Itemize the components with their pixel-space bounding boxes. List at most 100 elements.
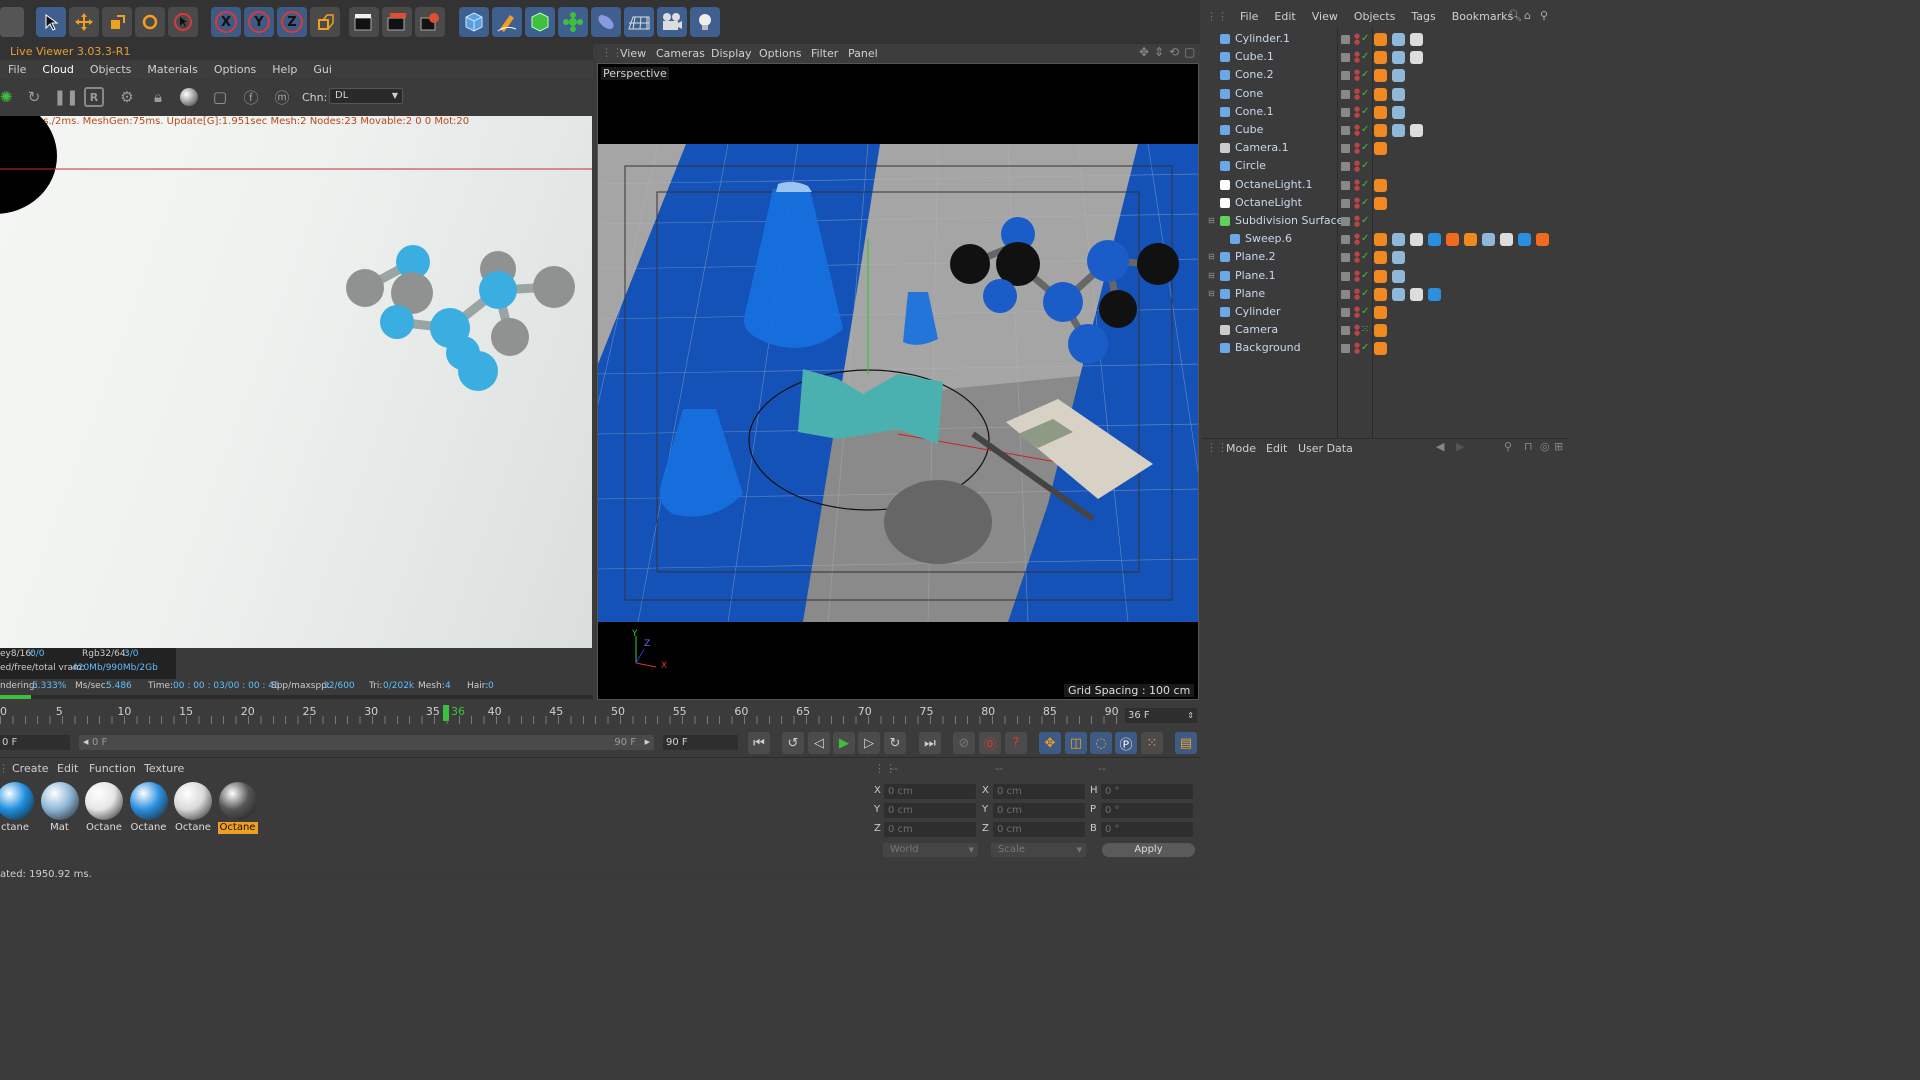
key-pla-icon[interactable]: ⁙: [1141, 732, 1163, 754]
enabled-check-icon[interactable]: ✓: [1361, 121, 1369, 139]
region-render-icon[interactable]: R: [84, 87, 104, 107]
expand-icon[interactable]: ⊟: [1208, 212, 1215, 230]
vp-menu-options[interactable]: Options: [759, 47, 801, 60]
settings-icon[interactable]: ◎: [1540, 440, 1550, 453]
object-row[interactable]: Cone.1 ● ● ✓: [1202, 103, 1568, 121]
lock-icon[interactable]: 🔒︎: [146, 85, 170, 109]
tag-icon[interactable]: [1374, 324, 1387, 338]
tag-icon[interactable]: [1374, 178, 1387, 192]
enabled-check-icon[interactable]: ✓: [1361, 303, 1369, 321]
visibility-dots-icon[interactable]: ● ●: [1354, 215, 1360, 228]
camera-icon[interactable]: [657, 7, 687, 37]
vp-menu-view[interactable]: View: [620, 47, 646, 60]
select-icon[interactable]: [168, 7, 198, 37]
start-frame-field[interactable]: 0 F: [0, 735, 70, 750]
mat-menu-function[interactable]: Function: [89, 762, 136, 775]
visibility-dots-icon[interactable]: ● ●: [1354, 196, 1360, 209]
position-field[interactable]: 0 cm: [884, 784, 976, 799]
expand-icon[interactable]: ⊟: [1208, 248, 1215, 266]
om-menu-objects[interactable]: Objects: [1346, 8, 1404, 26]
move-icon[interactable]: [69, 7, 99, 37]
tag-icon[interactable]: [1410, 51, 1423, 65]
go-end-icon[interactable]: ⏭: [919, 732, 941, 754]
visibility-dots-icon[interactable]: ● ●: [1354, 269, 1360, 282]
object-row[interactable]: Circle ● ● ✓: [1202, 157, 1568, 175]
prev-key-icon[interactable]: ↺: [782, 732, 804, 754]
enabled-check-icon[interactable]: ✓: [1361, 285, 1369, 303]
x-axis-icon[interactable]: X: [211, 7, 241, 37]
autokey-icon[interactable]: ⓪: [979, 732, 1001, 754]
tag-icon[interactable]: [1410, 233, 1423, 247]
range-slider[interactable]: ◀ 0 F 90 F ▶: [79, 735, 654, 750]
material-swatch[interactable]: [218, 782, 257, 820]
layer-icon[interactable]: [1341, 180, 1350, 190]
layer-icon[interactable]: [1341, 107, 1350, 117]
new-panel-icon[interactable]: ⊞: [1554, 440, 1563, 453]
enabled-check-icon[interactable]: ✓: [1361, 103, 1369, 121]
tag-icon[interactable]: [1374, 251, 1387, 265]
next-key-icon[interactable]: ↻: [884, 732, 906, 754]
deformer-icon[interactable]: [591, 7, 621, 37]
tag-icon[interactable]: [1374, 105, 1387, 119]
vp-menu-filter[interactable]: Filter: [811, 47, 838, 60]
playhead[interactable]: [443, 705, 449, 721]
lv-menu-materials[interactable]: Materials: [139, 61, 205, 78]
om-menu-view[interactable]: View: [1304, 8, 1346, 26]
expand-icon[interactable]: ⊟: [1208, 267, 1215, 285]
light-icon[interactable]: [690, 7, 720, 37]
visibility-dots-icon[interactable]: ● ●: [1354, 142, 1360, 155]
scale-icon[interactable]: [102, 7, 132, 37]
layer-icon[interactable]: [1341, 71, 1350, 81]
lv-menu-objects[interactable]: Objects: [82, 61, 140, 78]
tag-icon[interactable]: [1428, 287, 1441, 301]
tag-icon[interactable]: [1446, 233, 1459, 247]
lock-icon[interactable]: ⊓: [1524, 440, 1533, 453]
attr-menu-mode[interactable]: Mode: [1226, 442, 1256, 455]
material-ball-icon[interactable]: [177, 85, 201, 109]
lv-menu-gui[interactable]: Gui: [305, 61, 340, 78]
visibility-dots-icon[interactable]: ● ●: [1354, 342, 1360, 355]
object-row[interactable]: ⊟ Plane ● ● ✓: [1202, 285, 1568, 303]
tag-icon[interactable]: [1482, 233, 1495, 247]
enabled-check-icon[interactable]: ✓: [1361, 194, 1369, 212]
subdivision-icon[interactable]: [525, 7, 555, 37]
tag-icon[interactable]: [1500, 233, 1513, 247]
enabled-check-icon[interactable]: ✓: [1361, 66, 1369, 84]
size-field[interactable]: 0 cm: [993, 822, 1085, 837]
search-icon[interactable]: ⚲: [1504, 440, 1512, 453]
tag-icon[interactable]: [1392, 105, 1405, 119]
visibility-dots-icon[interactable]: ● ●: [1354, 306, 1360, 319]
enabled-check-icon[interactable]: ✓: [1361, 48, 1369, 66]
tag-icon[interactable]: [1374, 196, 1387, 210]
tag-icon[interactable]: [1392, 251, 1405, 265]
lv-menu-help[interactable]: Help: [264, 61, 305, 78]
lock-icon[interactable]: ⚲: [1540, 9, 1548, 22]
tag-icon[interactable]: [1410, 124, 1423, 137]
tag-icon[interactable]: [1374, 233, 1387, 247]
tag-icon[interactable]: [1392, 269, 1405, 283]
position-field[interactable]: 0 cm: [884, 822, 976, 837]
move-view-icon[interactable]: ✥: [1139, 45, 1149, 59]
object-row[interactable]: OctaneLight.1 ● ● ✓: [1202, 176, 1568, 194]
apply-button[interactable]: Apply: [1102, 843, 1195, 857]
enabled-check-icon[interactable]: ✓: [1361, 230, 1369, 248]
object-row[interactable]: ⊟ Subdivision Surface ● ● ✓: [1202, 212, 1568, 230]
home-icon[interactable]: ⌂: [1524, 9, 1531, 22]
visibility-dots-icon[interactable]: ● ●: [1354, 160, 1360, 173]
tag-icon[interactable]: [1410, 287, 1423, 301]
mat-menu-edit[interactable]: Edit: [57, 762, 78, 775]
play-icon[interactable]: ▶: [833, 732, 855, 754]
om-menu-edit[interactable]: Edit: [1266, 8, 1303, 26]
rotate-icon[interactable]: [135, 7, 165, 37]
next-frame-icon[interactable]: ▷: [858, 732, 880, 754]
visibility-dots-icon[interactable]: ● ●: [1354, 251, 1360, 264]
keyframe-selection-icon[interactable]: ?: [1005, 732, 1027, 754]
tag-icon[interactable]: [1374, 287, 1387, 301]
pick-material-icon[interactable]: ⓜ: [270, 85, 294, 109]
material-swatch[interactable]: [174, 782, 212, 820]
coord-space-select[interactable]: World ▼: [883, 843, 978, 857]
z-axis-icon[interactable]: Z: [277, 7, 307, 37]
record-active-icon[interactable]: ⊘: [953, 732, 975, 754]
key-parameter-icon[interactable]: Ⓟ: [1115, 732, 1137, 754]
key-position-icon[interactable]: ✥: [1039, 732, 1061, 754]
